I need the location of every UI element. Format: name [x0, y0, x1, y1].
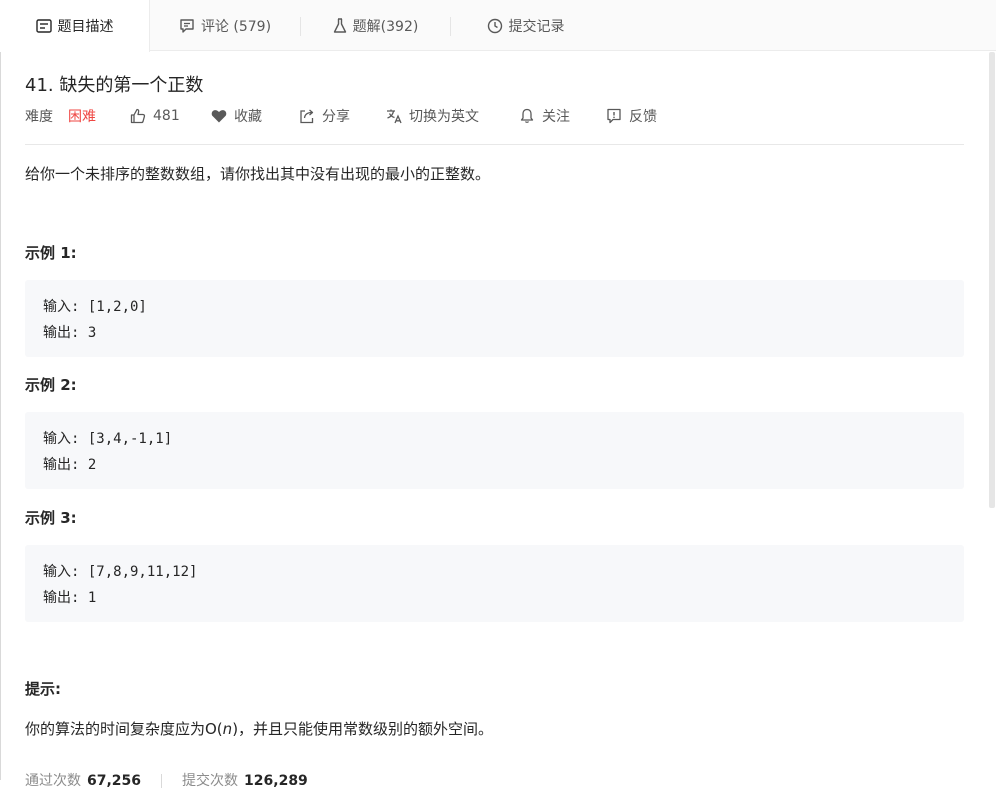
- tab-submissions[interactable]: 提交记录: [451, 0, 600, 51]
- example-input: 输入: [1,2,0]: [43, 299, 147, 315]
- example-output: 输出: 1: [43, 590, 97, 606]
- example-output: 输出: 2: [43, 457, 97, 473]
- heart-icon: [211, 110, 227, 123]
- difficulty-value: 困难: [68, 109, 96, 125]
- example-title: 示例 2:: [25, 376, 77, 394]
- submitted-label: 提交次数: [182, 773, 239, 789]
- thumbs-up-icon: [130, 108, 146, 124]
- example-title: 示例 1:: [25, 244, 77, 262]
- follow-button[interactable]: 关注: [519, 106, 570, 126]
- flask-icon: [333, 17, 346, 33]
- difficulty: 难度 困难: [25, 106, 96, 126]
- example-output: 输出: 3: [43, 325, 97, 341]
- like-count: 481: [153, 108, 180, 124]
- follow-label: 关注: [542, 109, 570, 125]
- feedback-button[interactable]: 反馈: [606, 106, 657, 126]
- example-input: 输入: [7,8,9,11,12]: [43, 564, 198, 580]
- clock-icon: [487, 18, 502, 33]
- divider: [25, 144, 964, 145]
- favorite-button[interactable]: 收藏: [211, 106, 262, 126]
- tip-text-var: n: [222, 720, 233, 738]
- like-button[interactable]: 481: [130, 106, 180, 126]
- share-button[interactable]: 分享: [299, 106, 350, 126]
- tab-bar: 题目描述 评论 (579) 题解(392) 提交记录: [0, 0, 996, 52]
- tip-text-before: 你的算法的时间复杂度应为O(: [25, 720, 223, 738]
- problem-title: 41. 缺失的第一个正数: [25, 75, 204, 96]
- example-title: 示例 3:: [25, 509, 77, 527]
- feedback-label: 反馈: [629, 109, 657, 125]
- example-code-block: 输入: [7,8,9,11,12] 输出: 1: [25, 545, 964, 622]
- tab-comments[interactable]: 评论 (579): [150, 0, 300, 51]
- bell-icon: [520, 108, 534, 123]
- problem-description: 给你一个未排序的整数数组，请你找出其中没有出现的最小的正整数。: [25, 165, 491, 183]
- problem-meta-bar: 难度 困难 481 收藏 分享 切换为英文 关注 反馈: [25, 106, 964, 126]
- favorite-label: 收藏: [234, 109, 262, 125]
- stats-separator: [161, 774, 163, 788]
- accepted-label: 通过次数: [25, 773, 81, 789]
- tab-label: 题目描述: [57, 19, 114, 35]
- scrollbar[interactable]: [989, 52, 995, 508]
- left-border: [0, 0, 1, 780]
- feedback-icon: [607, 108, 621, 124]
- comment-icon: [180, 18, 194, 33]
- submission-stats: 通过次数 67,256 提交次数 126,289: [25, 770, 308, 790]
- accepted-value: 67,256: [87, 773, 142, 789]
- example-input: 输入: [3,4,-1,1]: [43, 431, 173, 447]
- share-icon: [300, 109, 314, 124]
- submitted-value: 126,289: [244, 773, 308, 789]
- difficulty-label: 难度: [25, 109, 53, 125]
- tab-label: 提交记录: [508, 18, 565, 35]
- tab-label: 评论 (579): [200, 18, 272, 35]
- example-code-block: 输入: [1,2,0] 输出: 3: [25, 280, 964, 357]
- description-icon: [35, 19, 52, 33]
- translate-icon: [387, 109, 402, 124]
- tip-title: 提示:: [25, 680, 61, 698]
- tip-text-after: )，并且只能使用常数级别的额外空间。: [232, 720, 494, 738]
- tab-description[interactable]: 题目描述: [0, 0, 150, 52]
- switch-language-button[interactable]: 切换为英文: [386, 106, 479, 126]
- share-label: 分享: [322, 109, 350, 125]
- tip-text: 你的算法的时间复杂度应为O(n)，并且只能使用常数级别的额外空间。: [25, 718, 493, 739]
- tab-label: 题解(392): [352, 18, 419, 35]
- switch-language-label: 切换为英文: [409, 109, 479, 125]
- tab-solutions[interactable]: 题解(392): [301, 0, 450, 51]
- example-code-block: 输入: [3,4,-1,1] 输出: 2: [25, 412, 964, 489]
